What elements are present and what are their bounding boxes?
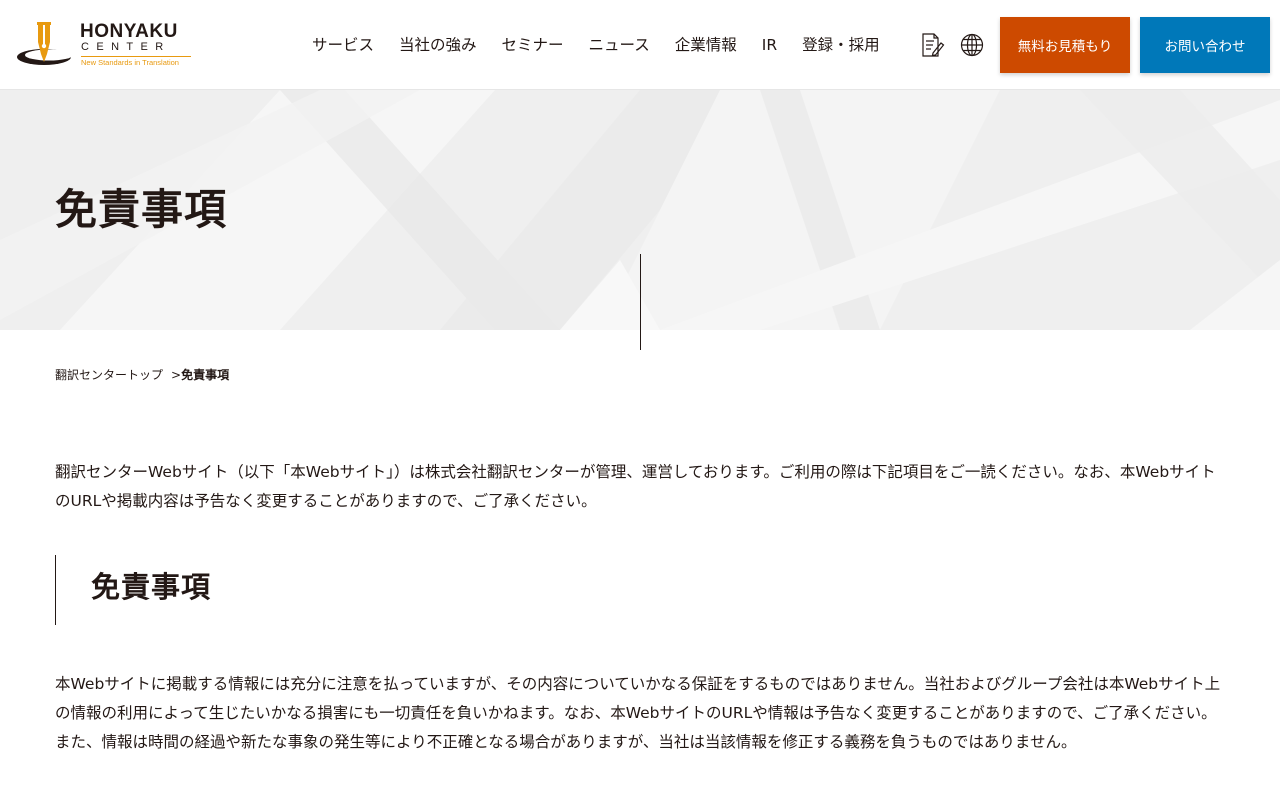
pen-nib-logo-icon bbox=[17, 22, 73, 65]
contact-button[interactable]: お問い合わせ bbox=[1140, 17, 1270, 73]
nav-item-seminars[interactable]: セミナー bbox=[502, 33, 564, 57]
intro-paragraph: 翻訳センターWebサイト（以下「本Webサイト」）は株式会社翻訳センターが管理、… bbox=[55, 463, 1216, 510]
page-title: 免責事項 bbox=[55, 185, 228, 234]
nav-item-news[interactable]: ニュース bbox=[589, 33, 650, 57]
logo-name: HONYAKU bbox=[80, 21, 178, 42]
nav-item-strengths[interactable]: 当社の強み bbox=[399, 33, 477, 57]
section-title: 免責事項 bbox=[91, 570, 212, 604]
logo-sub: CENTER bbox=[81, 41, 171, 53]
site-logo[interactable]: HONYAKU CENTER New Standards in Translat… bbox=[16, 20, 196, 70]
document-edit-icon[interactable] bbox=[919, 32, 945, 58]
disclaimer-paragraph: 本Webサイトに掲載する情報には充分に注意を払っていますが、その内容についていか… bbox=[55, 675, 1221, 751]
site-header: HONYAKU CENTER New Standards in Translat… bbox=[0, 0, 1280, 90]
nav-item-ir[interactable]: IR bbox=[762, 33, 777, 57]
breadcrumb-current: 免責事項 bbox=[181, 368, 230, 382]
free-quote-button[interactable]: 無料お見積もり bbox=[1000, 17, 1130, 73]
nav-item-services[interactable]: サービス bbox=[312, 33, 374, 57]
nav-item-company[interactable]: 企業情報 bbox=[675, 33, 737, 57]
breadcrumb-home-link[interactable]: 翻訳センタートップ bbox=[55, 366, 163, 384]
breadcrumb-separator: > bbox=[171, 368, 182, 382]
hero-divider-line bbox=[640, 254, 641, 350]
nav-item-recruit[interactable]: 登録・採用 bbox=[802, 33, 880, 57]
main-nav: サービス 当社の強み セミナー ニュース 企業情報 IR 登録・採用 bbox=[312, 33, 880, 57]
section-heading-block: 免責事項 bbox=[55, 555, 1230, 625]
breadcrumb: 翻訳センタートップ > 免責事項 bbox=[55, 366, 229, 384]
globe-icon[interactable] bbox=[959, 32, 985, 58]
logo-tagline: New Standards in Translation bbox=[81, 56, 191, 67]
